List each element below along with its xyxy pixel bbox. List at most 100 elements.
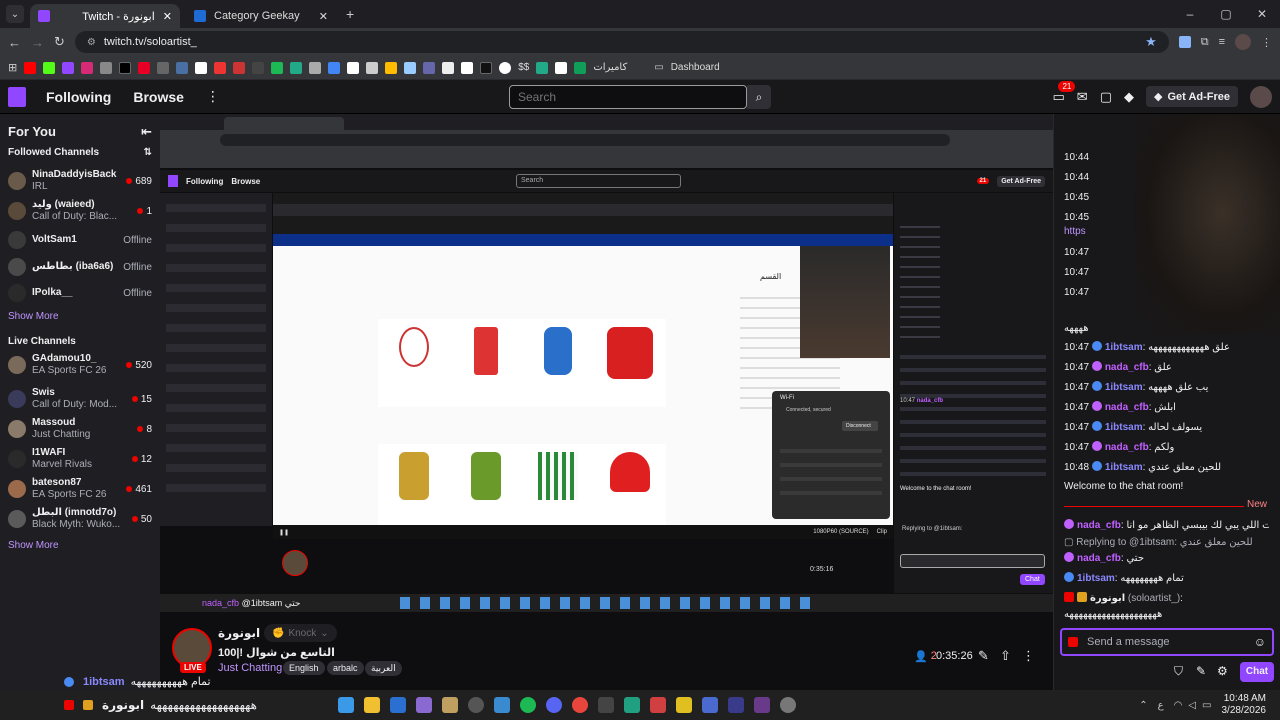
chat-username[interactable]: ابونورة: [1090, 593, 1125, 604]
sidebar-channel[interactable]: Swis Call of Duty: Mod... 15: [0, 386, 160, 412]
sidebar-channel[interactable]: وليد (waieed) Call of Duty: Blac... 1: [0, 198, 160, 224]
twitch-bookmark-icon[interactable]: [62, 61, 75, 74]
bookmark-icon[interactable]: [252, 61, 265, 74]
chat-username[interactable]: nada_cfb: [1105, 402, 1149, 413]
chat-send-button[interactable]: Chat: [1240, 662, 1274, 682]
video-player[interactable]: Following Browse 21 Get Ad-Free Search ا…: [160, 114, 1053, 622]
tab-geekay[interactable]: Category Geekay ✕: [186, 4, 336, 28]
following-link[interactable]: Following: [46, 89, 111, 105]
folder-icon[interactable]: ▭: [654, 62, 663, 73]
bookmark-icon[interactable]: [100, 61, 113, 74]
sword-icon[interactable]: ✎: [1196, 664, 1206, 678]
battery-icon[interactable]: ▭: [1202, 700, 1211, 711]
spotify-icon[interactable]: [520, 697, 536, 713]
sidebar-channel[interactable]: Massoud Just Chatting 8: [0, 416, 160, 442]
youtube-bookmark-icon[interactable]: [24, 61, 37, 74]
bookmark-icon[interactable]: [366, 61, 379, 74]
app-icon[interactable]: [494, 697, 510, 713]
bookmark-icon[interactable]: [423, 61, 436, 74]
app-icon[interactable]: [754, 697, 770, 713]
bookmark-icon[interactable]: [195, 61, 208, 74]
bookmark-icon[interactable]: [328, 61, 341, 74]
sidebar-channel[interactable]: VoltSam1 Offline: [0, 227, 160, 253]
bookmark-icon[interactable]: [480, 61, 493, 74]
collapse-sidebar-icon[interactable]: ⇤: [141, 124, 152, 140]
tab-close-icon[interactable]: ✕: [319, 10, 328, 23]
search-input[interactable]: [509, 85, 747, 109]
chat-username[interactable]: 1ibtsam: [1077, 573, 1115, 584]
bookmark-icon[interactable]: [461, 61, 474, 74]
chat-username[interactable]: 1ibtsam: [1105, 382, 1143, 393]
tray-chevron-icon[interactable]: ⌃: [1139, 700, 1147, 711]
twitch-logo-icon[interactable]: [8, 86, 26, 107]
crown-icon[interactable]: ◆: [1124, 89, 1134, 105]
cameras-bookmark[interactable]: كاميرات: [593, 62, 627, 73]
chat-username[interactable]: nada_cfb: [1077, 553, 1121, 564]
bookmark-star-icon[interactable]: ★: [1145, 34, 1157, 50]
app-icon[interactable]: [624, 697, 640, 713]
more-dots-icon[interactable]: ⋮: [206, 88, 220, 105]
google-bookmark-icon[interactable]: [499, 61, 512, 74]
chat-username[interactable]: 1ibtsam: [1105, 462, 1143, 473]
settings-icon[interactable]: [780, 697, 796, 713]
reload-icon[interactable]: ↻: [54, 34, 65, 50]
taskbar-clock[interactable]: 10:48 AM 3/28/2026: [1222, 693, 1267, 717]
bookmark-icon[interactable]: [176, 61, 189, 74]
windows-start-icon[interactable]: [338, 697, 354, 713]
mail-icon[interactable]: ✉: [1077, 89, 1088, 105]
search-button[interactable]: ⌕: [747, 85, 771, 109]
bookmark-icon[interactable]: [385, 61, 398, 74]
bookmark-icon[interactable]: [555, 61, 568, 74]
profile-icon[interactable]: [1235, 34, 1251, 50]
bookmark-icon[interactable]: [157, 61, 170, 74]
tab-close-icon[interactable]: ✕: [163, 10, 172, 23]
show-more-link[interactable]: Show More: [0, 540, 67, 551]
media-icon[interactable]: ≡: [1219, 36, 1225, 48]
stream-category[interactable]: Just Chatting: [218, 662, 282, 674]
pinterest-bookmark-icon[interactable]: [138, 61, 151, 74]
minimize-icon[interactable]: –: [1172, 7, 1208, 21]
bookmark-icon[interactable]: [347, 61, 360, 74]
app-icon[interactable]: [728, 697, 744, 713]
settings-gear-icon[interactable]: ⚙: [1217, 664, 1228, 678]
chrome-icon[interactable]: [572, 697, 588, 713]
sort-icon[interactable]: ⇅: [144, 147, 152, 158]
inbox-icon[interactable]: ▭ 21: [1052, 80, 1076, 105]
app-icon[interactable]: [650, 697, 666, 713]
extension-icon[interactable]: [1178, 36, 1191, 48]
sheets-bookmark-icon[interactable]: [574, 61, 587, 74]
show-more-link[interactable]: Show More: [0, 311, 67, 322]
tab-list-chevron-icon[interactable]: ⌄: [6, 5, 24, 23]
app-icon[interactable]: [416, 697, 432, 713]
chat-input[interactable]: Send a message ☺: [1060, 628, 1274, 656]
volume-icon[interactable]: ◁: [1188, 700, 1196, 711]
new-tab-icon[interactable]: +: [346, 6, 354, 22]
url-field[interactable]: ⚙ twitch.tv/soloartist_ ★: [74, 31, 1169, 53]
streamer-name[interactable]: ابونورة: [218, 626, 260, 640]
maximize-icon[interactable]: ▢: [1208, 7, 1244, 21]
app-icon[interactable]: [442, 697, 458, 713]
currency-bookmark[interactable]: $$: [518, 62, 529, 73]
tag-arabic[interactable]: العربية: [365, 661, 402, 676]
sidebar-channel[interactable]: IPolka__ Offline: [0, 280, 160, 306]
discord-icon[interactable]: [546, 697, 562, 713]
bookmark-icon[interactable]: [442, 61, 455, 74]
kick-bookmark-icon[interactable]: [43, 61, 56, 74]
bookmark-icon[interactable]: [536, 61, 549, 74]
edit-icon[interactable]: ✎: [978, 648, 989, 664]
puzzle-icon[interactable]: ⧉: [1201, 36, 1209, 49]
sidebar-channel[interactable]: NinaDaddyisBack IRL 689: [0, 168, 160, 194]
whispers-icon[interactable]: ▢: [1100, 89, 1112, 105]
x-bookmark-icon[interactable]: [119, 61, 132, 74]
chat-username[interactable]: 1ibtsam: [1105, 422, 1143, 433]
4k-downloader-icon[interactable]: [468, 697, 484, 713]
chat-username[interactable]: nada_cfb: [1077, 520, 1121, 531]
sidebar-channel[interactable]: bateson87 EA Sports FC 26 461: [0, 476, 160, 502]
apps-grid-icon[interactable]: ⊞: [8, 61, 17, 74]
chat-username[interactable]: nada_cfb: [1105, 362, 1149, 373]
more-options-icon[interactable]: ⋮: [1022, 648, 1035, 664]
wifi-icon[interactable]: ◠: [1174, 700, 1183, 711]
chat-username[interactable]: 1ibtsam: [1105, 342, 1143, 353]
bookmark-icon[interactable]: [214, 61, 227, 74]
close-window-icon[interactable]: ✕: [1244, 7, 1280, 21]
